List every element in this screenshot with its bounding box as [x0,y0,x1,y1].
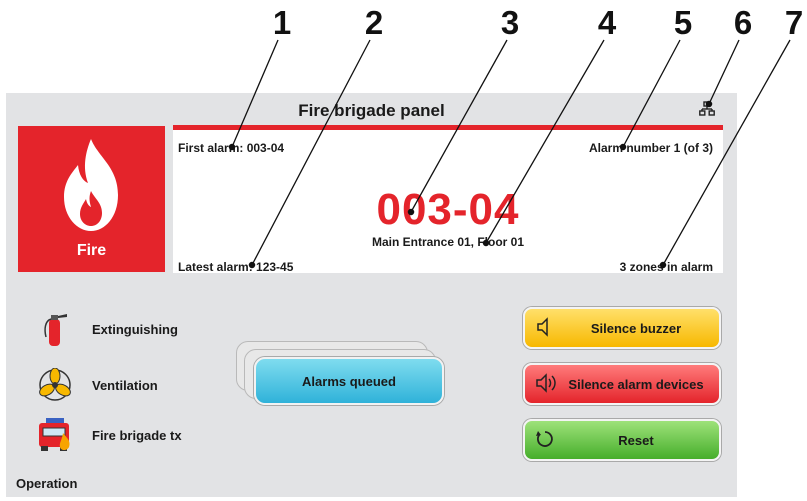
callout-leaders [228,39,791,269]
